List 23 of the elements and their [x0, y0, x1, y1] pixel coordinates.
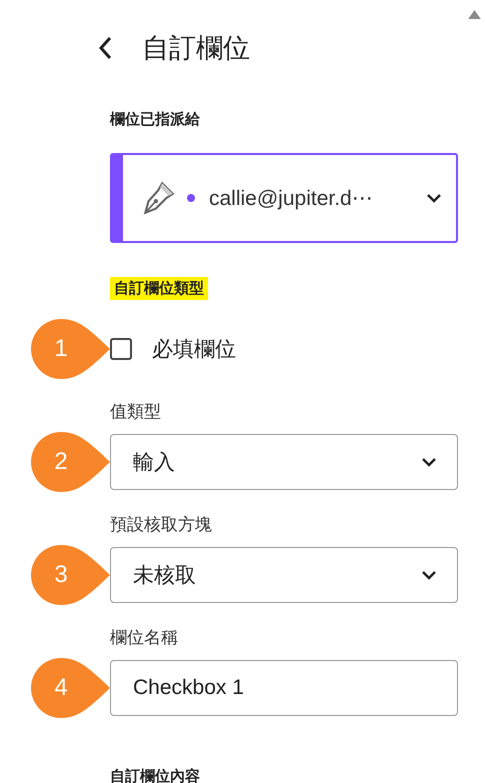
callout-badge: 4 [30, 657, 110, 719]
field-label: 欄位名稱 [110, 627, 179, 649]
checkbox-label: 必填欄位 [152, 337, 236, 363]
section-title: 自訂欄位內容 [110, 767, 201, 783]
status-dot [187, 194, 195, 202]
callout-badge: 2 [30, 431, 110, 493]
callout-badge: 1 [30, 318, 110, 380]
input-field[interactable]: Checkbox 1 [110, 660, 458, 716]
callout-badge: 3 [30, 544, 110, 606]
checkbox[interactable] [110, 338, 132, 360]
field-label: 欄位已指派給 [110, 110, 201, 129]
dropdown[interactable]: 未核取 [110, 547, 458, 603]
scroll-up-icon[interactable] [468, 10, 481, 19]
field-label: 預設核取方塊 [110, 514, 213, 536]
panel-title: 自訂欄位 [142, 32, 250, 65]
chevron-down-icon [421, 570, 437, 580]
back-icon[interactable] [98, 36, 112, 60]
field-label: 值類型 [110, 401, 162, 423]
dropdown[interactable]: 輸入 [110, 434, 458, 490]
chevron-down-icon [421, 457, 437, 467]
assignee-dropdown[interactable]: callie@jupiter.d⋯ [110, 153, 458, 243]
chevron-down-icon [426, 193, 442, 203]
section-title: 自訂欄位類型 [110, 277, 208, 300]
